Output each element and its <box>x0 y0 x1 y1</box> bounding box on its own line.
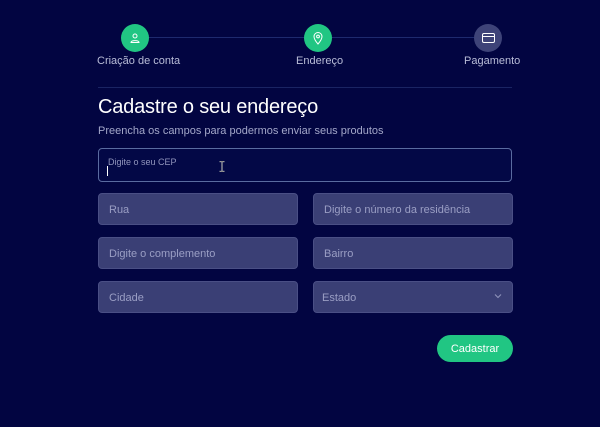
complement-input[interactable]: Digite o complemento <box>98 237 298 269</box>
step-account-circle[interactable] <box>121 24 149 52</box>
cep-input[interactable]: Digite o seu CEP <box>98 148 512 182</box>
house-number-placeholder: Digite o número da residência <box>324 204 471 216</box>
step-connector <box>148 37 304 38</box>
house-number-input[interactable]: Digite o número da residência <box>313 193 513 225</box>
step-address-circle[interactable] <box>304 24 332 52</box>
user-icon <box>130 33 140 43</box>
state-select[interactable]: Estado <box>313 281 513 313</box>
map-pin-icon <box>313 32 323 45</box>
step-connector <box>330 37 474 38</box>
complement-placeholder: Digite o complemento <box>109 248 216 260</box>
progress-stepper: Criação de conta Endereço Pagamento <box>0 0 600 80</box>
state-placeholder: Estado <box>322 292 357 304</box>
step-account-label: Criação de conta <box>97 55 181 67</box>
section-divider <box>98 87 512 88</box>
page-subtitle: Preencha os campos para podermos enviar … <box>98 125 384 137</box>
cep-placeholder: Digite o seu CEP <box>108 157 177 167</box>
chevron-down-icon <box>494 294 502 299</box>
text-caret <box>107 166 108 176</box>
neighborhood-input[interactable]: Bairro <box>313 237 513 269</box>
street-placeholder: Rua <box>109 204 130 216</box>
step-payment-label: Pagamento <box>464 55 521 67</box>
text-cursor-icon <box>219 161 225 172</box>
street-input[interactable]: Rua <box>98 193 298 225</box>
step-payment-circle[interactable] <box>474 24 502 52</box>
city-placeholder: Cidade <box>109 292 144 304</box>
submit-button[interactable]: Cadastrar <box>437 335 513 362</box>
neighborhood-placeholder: Bairro <box>324 248 354 260</box>
city-input[interactable]: Cidade <box>98 281 298 313</box>
credit-card-icon <box>481 33 495 43</box>
page-title: Cadastre o seu endereço <box>98 96 318 118</box>
step-address-label: Endereço <box>296 55 344 67</box>
